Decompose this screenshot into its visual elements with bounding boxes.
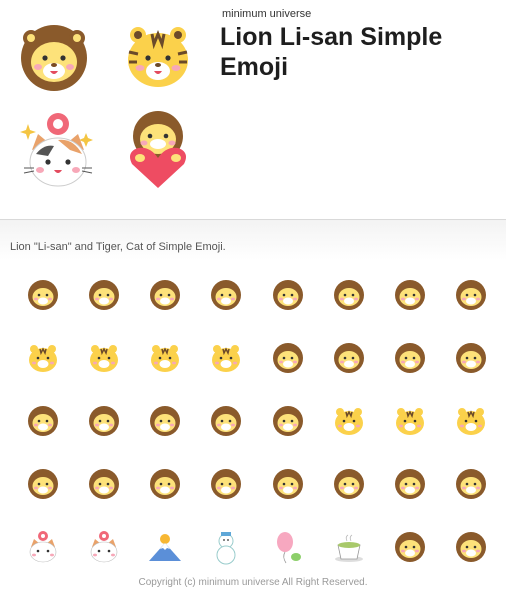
copyright-footer: Copyright (c) minimum universe All Right…	[138, 577, 368, 588]
lion-sticker-icon[interactable]	[257, 401, 318, 464]
lion-holding-heart-icon[interactable]	[118, 110, 198, 190]
lion-sticker-icon[interactable]	[12, 275, 73, 338]
sticker-description: Lion "Li-san" and Tiger, Cat of Simple E…	[10, 241, 226, 253]
tiger-sticker-icon[interactable]	[318, 401, 379, 464]
lion-sticker-icon[interactable]	[12, 401, 73, 464]
lion-sticker-icon[interactable]	[380, 338, 441, 401]
cat-with-donut-icon[interactable]	[18, 110, 98, 190]
sticker-grid	[12, 275, 502, 590]
lion-sticker-icon[interactable]	[196, 464, 257, 527]
sticker-row	[12, 338, 502, 401]
lion-sticker-icon[interactable]	[135, 401, 196, 464]
tiger-sticker-icon[interactable]	[196, 338, 257, 401]
lion-sticker-icon[interactable]	[196, 401, 257, 464]
sticker-header: minimum universe Lion Li-san Simple Emoj…	[0, 0, 506, 220]
sticker-title: Lion Li-san Simple Emoji	[220, 23, 443, 81]
lion-sticker-icon[interactable]	[257, 464, 318, 527]
tiger-sticker-icon[interactable]	[73, 338, 134, 401]
hero-sticker-grid	[14, 18, 204, 198]
lion-sticker-icon[interactable]	[196, 275, 257, 338]
lion-sticker-icon[interactable]	[73, 275, 134, 338]
sticker-row	[12, 275, 502, 338]
lion-sticker-icon[interactable]	[135, 464, 196, 527]
author-name[interactable]: minimum universe	[222, 8, 311, 20]
lion-sticker-icon[interactable]	[12, 464, 73, 527]
tiger-sticker-icon[interactable]	[12, 338, 73, 401]
lion-sticker-icon[interactable]	[318, 338, 379, 401]
lion-sticker-icon[interactable]	[441, 275, 502, 338]
lion-sticker-icon[interactable]	[257, 338, 318, 401]
lion-sticker-icon[interactable]	[380, 275, 441, 338]
lion-sticker-icon[interactable]	[441, 338, 502, 401]
lion-sticker-icon[interactable]	[441, 464, 502, 527]
tiger-sticker-icon[interactable]	[135, 338, 196, 401]
tiger-face-icon[interactable]	[118, 18, 198, 98]
lion-sticker-icon[interactable]	[318, 464, 379, 527]
lion-sticker-icon[interactable]	[257, 275, 318, 338]
lion-sticker-icon[interactable]	[380, 464, 441, 527]
sticker-content: Lion "Li-san" and Tiger, Cat of Simple E…	[0, 220, 506, 600]
lion-sticker-icon[interactable]	[135, 275, 196, 338]
lion-face-icon[interactable]	[14, 18, 94, 98]
lion-sticker-icon[interactable]	[73, 401, 134, 464]
sticker-row	[12, 401, 502, 464]
lion-sticker-icon[interactable]	[73, 464, 134, 527]
tiger-sticker-icon[interactable]	[441, 401, 502, 464]
tiger-sticker-icon[interactable]	[380, 401, 441, 464]
sticker-row	[12, 464, 502, 527]
lion-sticker-icon[interactable]	[318, 275, 379, 338]
